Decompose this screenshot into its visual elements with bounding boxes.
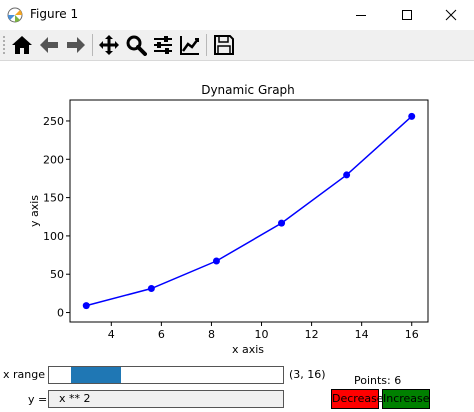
edit-axis-button[interactable] — [178, 33, 202, 57]
x-tick-label: 8 — [208, 328, 215, 341]
x-tick-label: 12 — [305, 328, 319, 341]
maximize-button[interactable] — [384, 0, 430, 30]
points-count: Points: 6 — [354, 374, 402, 387]
maximize-icon — [402, 10, 412, 20]
y-tick-label: 50 — [50, 268, 64, 281]
close-icon — [445, 9, 457, 21]
navigation-toolbar — [0, 30, 474, 61]
back-icon — [40, 37, 58, 53]
data-point — [212, 257, 220, 265]
zoom-icon — [126, 35, 147, 56]
x-range-value: (3, 16) — [289, 368, 326, 381]
toolbar-grip-icon — [3, 36, 5, 54]
y-tick-label: 200 — [43, 153, 64, 166]
x-tick-label: 4 — [108, 328, 115, 341]
data-point — [278, 219, 286, 227]
data-point — [408, 112, 416, 120]
subplots-config-icon — [154, 36, 172, 54]
y-expression-label: y = — [28, 393, 48, 406]
back-button[interactable] — [37, 33, 61, 57]
title-bar: Figure 1 — [0, 0, 474, 31]
data-point — [82, 302, 90, 310]
y-tick-label: 0 — [57, 307, 64, 320]
forward-icon — [67, 37, 85, 53]
x-tick-label: 10 — [255, 328, 269, 341]
matplotlib-logo-icon — [7, 7, 23, 23]
x-tick-label: 14 — [355, 328, 369, 341]
minimize-button[interactable] — [338, 0, 384, 30]
chart-title: Dynamic Graph — [201, 83, 295, 97]
pan-icon — [99, 35, 119, 55]
data-point — [147, 285, 155, 293]
increase-button[interactable]: Increase — [382, 389, 430, 409]
window-title: Figure 1 — [30, 7, 79, 21]
save-button[interactable] — [212, 33, 236, 57]
x-tick-label: 16 — [405, 328, 419, 341]
pan-button[interactable] — [97, 33, 121, 57]
close-button[interactable] — [428, 0, 474, 30]
subplots-config-button[interactable] — [151, 33, 175, 57]
y-expression-input[interactable]: x ** 2 — [48, 390, 284, 408]
x-range-slider[interactable] — [48, 366, 284, 384]
y-axis-label: y axis — [28, 195, 41, 227]
edit-axis-icon — [180, 36, 199, 55]
x-range-slider-fill[interactable] — [71, 367, 121, 383]
figure-canvas[interactable]: Dynamic Graph 4 6 8 10 12 14 16 0 50 100 150 200 250… — [0, 61, 474, 361]
minimize-icon — [356, 15, 366, 16]
y-tick-label: 250 — [43, 115, 64, 128]
y-tick-label: 100 — [43, 230, 64, 243]
save-icon — [214, 35, 234, 55]
x-axis-label: x axis — [232, 343, 264, 356]
home-button[interactable] — [10, 33, 34, 57]
home-icon — [12, 36, 32, 54]
y-tick-label: 150 — [43, 192, 64, 205]
decrease-button[interactable]: Decrease — [331, 389, 384, 409]
x-tick-label: 6 — [158, 328, 165, 341]
toolbar-separator — [206, 34, 207, 56]
toolbar-separator — [92, 34, 93, 56]
forward-button[interactable] — [64, 33, 88, 57]
data-point — [343, 171, 351, 179]
x-range-label: x range — [3, 368, 45, 381]
zoom-button[interactable] — [124, 33, 148, 57]
